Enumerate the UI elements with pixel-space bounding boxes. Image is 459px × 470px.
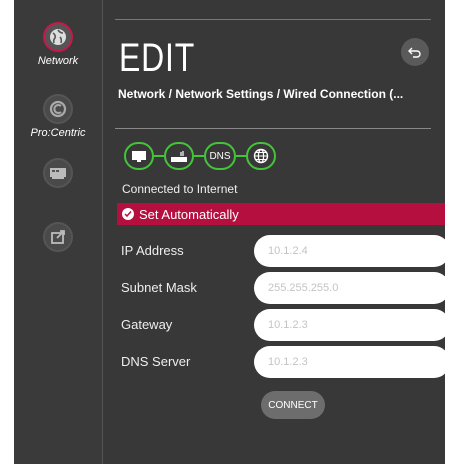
gateway-row: Gateway xyxy=(121,309,445,341)
main-panel: EDIT Network / Network Settings / Wired … xyxy=(103,0,445,464)
dns-server-field[interactable] xyxy=(254,346,445,378)
status-connector xyxy=(194,155,204,157)
connection-status-text: Connected to Internet xyxy=(122,182,238,196)
sidebar-item-network[interactable]: Network xyxy=(14,22,102,67)
gateway-field[interactable] xyxy=(254,309,445,341)
breadcrumb: Network / Network Settings / Wired Conne… xyxy=(118,87,404,101)
field-label: IP Address xyxy=(121,243,184,258)
dns-icon: DNS xyxy=(204,142,236,170)
sidebar-item-label: Network xyxy=(37,55,79,67)
connection-status-icons: DNS xyxy=(124,141,276,171)
tv-settings-icon xyxy=(43,158,73,188)
set-automatically-label: Set Automatically xyxy=(139,206,239,222)
sidebar-item-label: Pro:Centric xyxy=(30,127,86,139)
settings-window: Network Pro:Centric EDIT Network / Netwo… xyxy=(14,0,445,464)
dns-server-row: DNS Server xyxy=(121,346,445,378)
back-arrow-icon xyxy=(408,47,421,58)
internet-globe-icon xyxy=(246,142,276,170)
divider xyxy=(115,19,431,20)
router-icon xyxy=(164,142,194,170)
field-label: DNS Server xyxy=(121,354,191,369)
page-title: EDIT xyxy=(119,36,196,80)
ip-address-field[interactable] xyxy=(254,235,445,267)
divider xyxy=(115,128,431,129)
subnet-mask-field[interactable] xyxy=(254,272,445,304)
subnet-mask-row: Subnet Mask xyxy=(121,272,445,304)
sidebar-item-tv-settings[interactable] xyxy=(14,158,102,188)
sidebar-item-procentric[interactable]: Pro:Centric xyxy=(14,94,102,139)
tv-icon xyxy=(124,142,154,170)
status-connector xyxy=(236,155,246,157)
connect-button[interactable]: CONNECT xyxy=(261,391,325,419)
sidebar-item-edit-export[interactable] xyxy=(14,222,102,252)
procentric-icon xyxy=(43,94,73,124)
field-label: Gateway xyxy=(121,317,173,332)
back-button[interactable] xyxy=(401,38,429,66)
set-automatically-checkbox[interactable]: Set Automatically xyxy=(117,203,445,225)
checkmark-icon xyxy=(122,208,134,220)
field-label: Subnet Mask xyxy=(121,280,197,295)
ip-address-row: IP Address xyxy=(121,235,445,267)
edit-export-icon xyxy=(43,222,73,252)
sidebar: Network Pro:Centric xyxy=(14,0,103,464)
globe-icon xyxy=(43,22,73,52)
status-connector xyxy=(154,155,164,157)
